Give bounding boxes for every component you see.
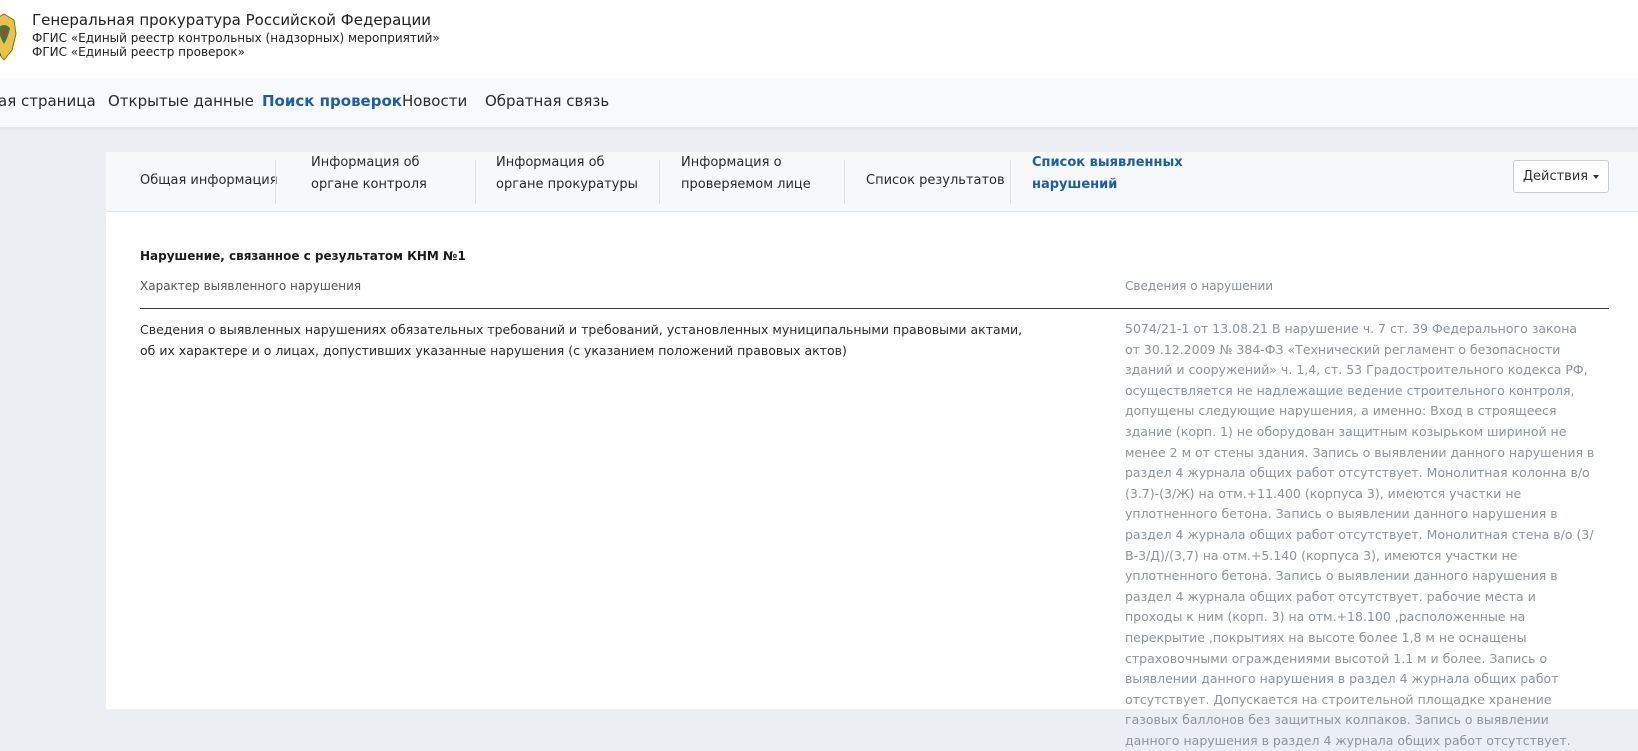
caret-down-icon	[1593, 175, 1600, 179]
violation-details-text: 5074/21-1 от 13.08.21 В нарушение ч. 7 с…	[1125, 321, 1595, 748]
tab-label: Информация об	[496, 155, 605, 170]
tabs-bar: Общая информация Информация об органе ко…	[106, 152, 1638, 212]
org-title: Генеральная прокуратура Российской Федер…	[32, 11, 431, 29]
actions-label: Действия	[1522, 169, 1589, 184]
nav-item-news[interactable]: Новости	[402, 92, 467, 110]
tab-label: Список результатов	[866, 173, 1005, 188]
tab-divider	[659, 160, 660, 204]
tab-label: Информация о	[681, 155, 782, 170]
tab-general-info[interactable]: Общая информация	[140, 152, 285, 211]
tab-violations-list[interactable]: Список выявленных нарушений	[1032, 152, 1192, 211]
section-title: Нарушение, связанное с результатом КНМ №…	[140, 249, 466, 263]
nav-item-home[interactable]: ая страница	[0, 92, 96, 110]
org-subtitle-1: ФГИС «Единый реестр контрольных (надзорн…	[32, 31, 440, 45]
nav-item-open-data[interactable]: Открытые данные	[108, 92, 254, 110]
column-header-violation-details: Сведения о нарушении	[1125, 279, 1274, 293]
violation-nature-text: Сведения о выявленных нарушениях обязате…	[140, 322, 1023, 358]
actions-dropdown-button[interactable]: Действия	[1513, 160, 1609, 193]
tab-divider	[844, 160, 845, 204]
inspection-card: Общая информация Информация об органе ко…	[106, 152, 1638, 748]
tab-divider	[275, 160, 276, 204]
tab-divider	[475, 160, 476, 204]
tab-label: Информация об	[311, 155, 420, 170]
header-divider	[140, 308, 1609, 309]
org-subtitle-2: ФГИС «Единый реестр проверок»	[32, 45, 245, 59]
coat-of-arms-icon[interactable]	[0, 10, 22, 64]
tab-prosecutor-body[interactable]: Информация об органе прокуратуры	[496, 152, 656, 211]
main-nav: ая страница Открытые данные Поиск провер…	[0, 78, 1638, 128]
nav-item-feedback[interactable]: Обратная связь	[485, 92, 609, 110]
nav-item-search-inspections[interactable]: Поиск проверок	[262, 92, 402, 110]
tab-inspected-entity[interactable]: Информация о проверяемом лице	[681, 152, 831, 211]
tab-label: Список выявленных	[1032, 155, 1183, 170]
column-header-violation-nature: Характер выявленного нарушения	[140, 279, 362, 293]
tab-control-body[interactable]: Информация об органе контроля	[311, 152, 461, 211]
tab-label: органе контроля	[311, 177, 427, 192]
tab-divider	[1010, 160, 1011, 204]
tab-label: органе прокуратуры	[496, 177, 638, 192]
site-header: Генеральная прокуратура Российской Федер…	[0, 0, 1638, 79]
tab-label: проверяемом лице	[681, 177, 811, 192]
tab-label: нарушений	[1032, 177, 1118, 192]
tab-label: Общая информация	[140, 173, 278, 188]
tab-results-list[interactable]: Список результатов	[866, 152, 1016, 211]
